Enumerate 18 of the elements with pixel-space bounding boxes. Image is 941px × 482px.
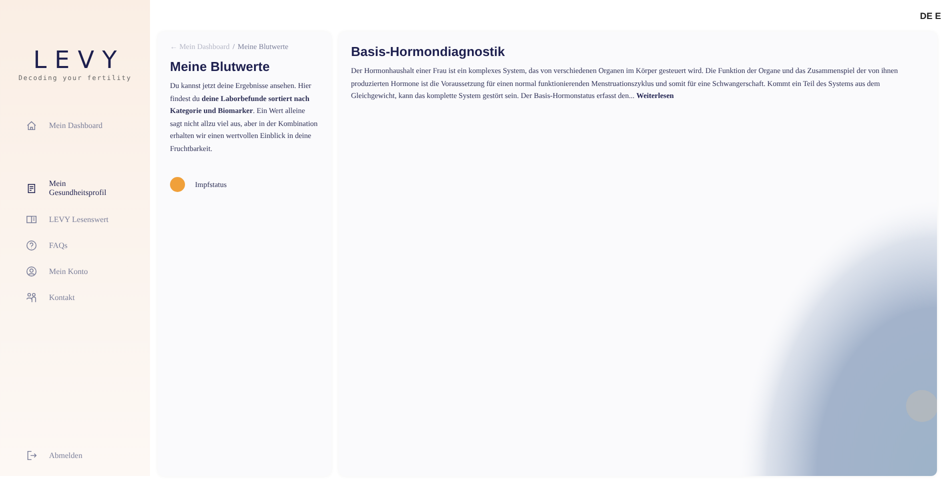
document-icon <box>26 182 37 194</box>
people-icon <box>26 292 37 302</box>
logo: LEVY <box>32 46 126 74</box>
help-icon <box>26 240 37 250</box>
home-icon <box>26 120 37 130</box>
logout-icon <box>26 450 37 460</box>
sidebar-item[interactable]: FAQs <box>0 232 146 258</box>
sidebar-item[interactable]: Mein Konto <box>0 258 146 284</box>
panel-title: Meine Blutwerte <box>170 59 271 74</box>
logout-button[interactable]: Abmelden <box>0 442 146 468</box>
sidebar-item[interactable]: LEVY Lesenswert <box>0 206 146 232</box>
user-icon <box>26 266 37 276</box>
book-icon <box>26 214 37 224</box>
language-code[interactable]: DE E <box>920 11 941 21</box>
sidebar-item[interactable]: Mein Gesundheitsprofil <box>0 170 146 206</box>
detail-title: Basis-Hormondiagnostik <box>351 44 506 59</box>
sidebar-item[interactable]: Kontakt <box>0 284 146 310</box>
sidebar-item[interactable]: Mein Dashboard <box>0 112 146 138</box>
